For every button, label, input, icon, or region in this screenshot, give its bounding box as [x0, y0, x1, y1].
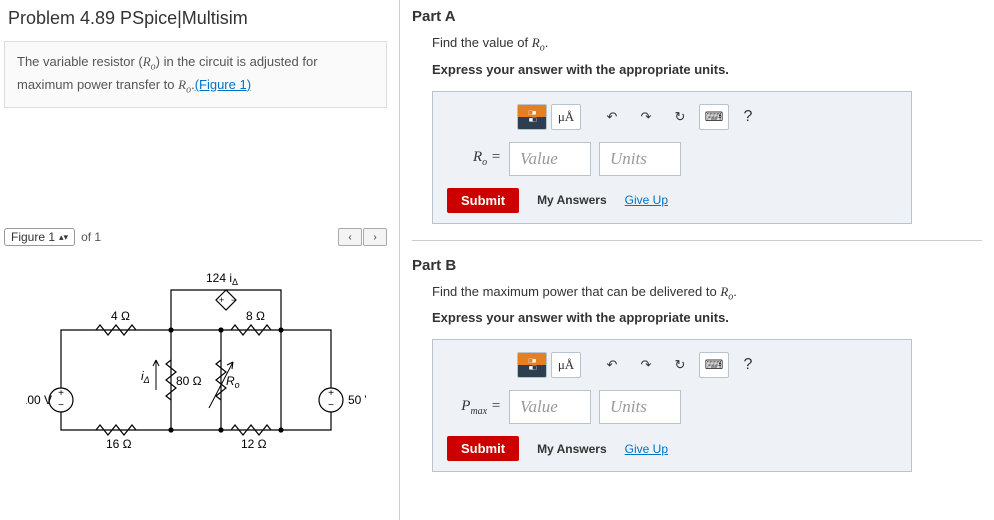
- part-b-my-answers[interactable]: My Answers: [537, 442, 607, 456]
- part-a-submit-button[interactable]: Submit: [447, 188, 519, 213]
- svg-text:iΔ: iΔ: [141, 369, 150, 385]
- part-a-units-input[interactable]: Units: [599, 142, 681, 176]
- svg-text:16 Ω: 16 Ω: [106, 437, 132, 451]
- redo-icon[interactable]: ↷: [631, 104, 661, 130]
- part-b-title: Part B: [412, 257, 982, 274]
- part-a-give-up[interactable]: Give Up: [625, 193, 668, 207]
- figure-link[interactable]: (Figure 1): [195, 77, 251, 92]
- svg-text:12 Ω: 12 Ω: [241, 437, 267, 451]
- svg-text:80 Ω: 80 Ω: [176, 374, 202, 388]
- help-icon[interactable]: ?: [733, 352, 763, 378]
- part-a-title: Part A: [412, 8, 982, 25]
- reset-icon[interactable]: ↻: [665, 104, 695, 130]
- part-b-answer-box: □■■□ μÅ ↶ ↷ ↻ ⌨ ? Pmax = Value Units Sub…: [432, 339, 912, 472]
- template-icon[interactable]: □■■□: [517, 352, 547, 378]
- keyboard-icon[interactable]: ⌨: [699, 352, 729, 378]
- svg-text:−: −: [231, 295, 236, 305]
- part-b-value-input[interactable]: Value: [509, 390, 591, 424]
- part-b-var-label: Pmax =: [447, 398, 501, 417]
- problem-description: The variable resistor (Ro) in the circui…: [4, 41, 387, 108]
- svg-text:124 iΔ: 124 iΔ: [206, 271, 238, 287]
- part-a-value-input[interactable]: Value: [509, 142, 591, 176]
- units-icon[interactable]: μÅ: [551, 104, 581, 130]
- svg-text:100 V: 100 V: [26, 393, 52, 407]
- reset-icon[interactable]: ↻: [665, 352, 695, 378]
- undo-icon[interactable]: ↶: [597, 352, 627, 378]
- figure-selector[interactable]: Figure 1 ▴▾: [4, 228, 75, 246]
- circuit-figure: + −: [4, 270, 387, 460]
- divider: [412, 240, 982, 241]
- svg-text:Ro: Ro: [226, 374, 240, 390]
- part-a-my-answers[interactable]: My Answers: [537, 193, 607, 207]
- svg-text:+: +: [328, 388, 334, 399]
- part-b-prompt: Find the maximum power that can be deliv…: [412, 284, 982, 303]
- svg-text:50 V: 50 V: [348, 393, 366, 407]
- svg-text:+: +: [219, 295, 224, 305]
- redo-icon[interactable]: ↷: [631, 352, 661, 378]
- part-a-answer-box: □■■□ μÅ ↶ ↷ ↻ ⌨ ? Ro = Value Units Submi…: [432, 91, 912, 224]
- part-a-instruction: Express your answer with the appropriate…: [412, 62, 982, 77]
- figure-next-button[interactable]: ›: [363, 228, 387, 246]
- svg-text:+: +: [58, 388, 64, 399]
- template-icon[interactable]: □■■□: [517, 104, 547, 130]
- keyboard-icon[interactable]: ⌨: [699, 104, 729, 130]
- figure-prev-button[interactable]: ‹: [338, 228, 362, 246]
- part-b-units-input[interactable]: Units: [599, 390, 681, 424]
- svg-text:8 Ω: 8 Ω: [246, 309, 265, 323]
- part-b-instruction: Express your answer with the appropriate…: [412, 310, 982, 325]
- part-a-var-label: Ro =: [447, 149, 501, 168]
- problem-title: Problem 4.89 PSpice|Multisim: [4, 8, 387, 29]
- part-b-submit-button[interactable]: Submit: [447, 436, 519, 461]
- help-icon[interactable]: ?: [733, 104, 763, 130]
- units-icon[interactable]: μÅ: [551, 352, 581, 378]
- part-a-prompt: Find the value of Ro.: [412, 35, 982, 54]
- dropdown-icon: ▴▾: [59, 232, 68, 243]
- svg-text:−: −: [328, 400, 334, 411]
- svg-text:−: −: [58, 400, 64, 411]
- figure-count: of 1: [81, 230, 101, 244]
- svg-text:4 Ω: 4 Ω: [111, 309, 130, 323]
- undo-icon[interactable]: ↶: [597, 104, 627, 130]
- part-b-give-up[interactable]: Give Up: [625, 442, 668, 456]
